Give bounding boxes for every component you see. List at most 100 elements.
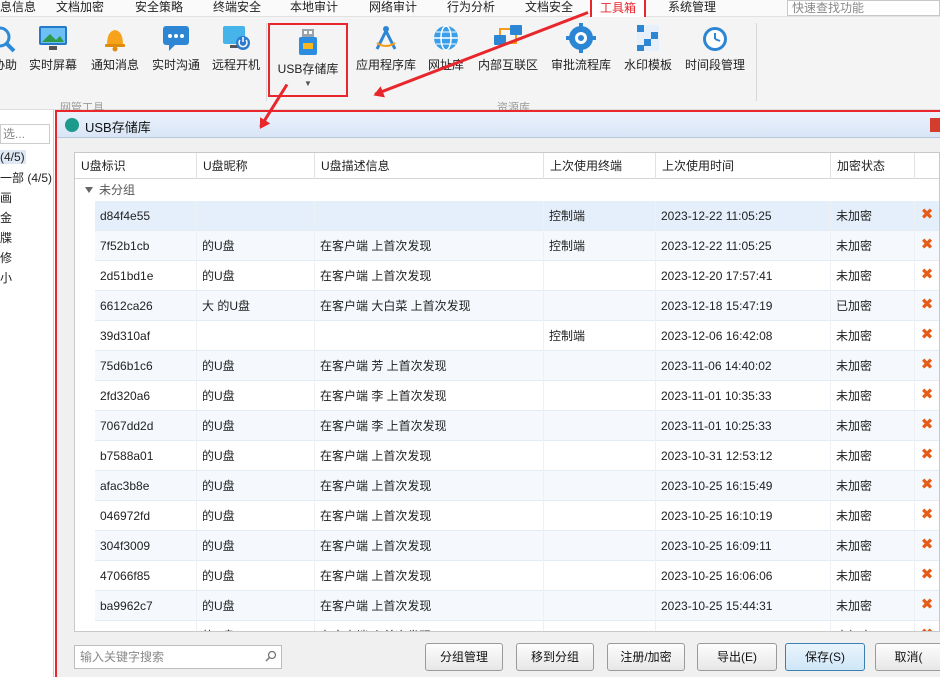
- column-header-id[interactable]: U盘标识: [75, 153, 197, 179]
- cell-description: 在客户端 上首次发现: [315, 471, 544, 501]
- tab-doc-encrypt[interactable]: 文档加密: [56, 0, 104, 17]
- table-row[interactable]: 7f52b1cb 的U盘 在客户端 上首次发现 控制端 2023-12-22 11:05…: [95, 231, 939, 261]
- cell-time: 2023-12-18 15:47:19: [656, 291, 831, 321]
- table-row[interactable]: 39d310af 控制端 2023-12-06 16:42:08 未加密 ✖: [95, 321, 939, 351]
- notify-button[interactable]: 通知消息: [88, 23, 142, 73]
- screen-icon: [38, 23, 68, 53]
- live-screen-button[interactable]: 实时屏幕: [26, 23, 80, 73]
- table-row[interactable]: d84f4e55 控制端 2023-12-22 11:05:25 未加密 ✖: [95, 201, 939, 231]
- cell-nickname: 大 的U盘: [197, 291, 315, 321]
- tree-item[interactable]: 画: [0, 189, 12, 206]
- table-row[interactable]: 7067dd2d 的U盘 在客户端 李 上首次发现 2023-11-01 10:25:…: [95, 411, 939, 441]
- search-icon[interactable]: [265, 650, 277, 662]
- cell-status: 未加密: [831, 591, 915, 621]
- group-row[interactable]: 未分组: [75, 179, 939, 201]
- table-row[interactable]: afac3b8e 的U盘 在客户端 上首次发现 2023-10-25 16:15:49…: [95, 471, 939, 501]
- tree-item[interactable]: 修: [0, 249, 12, 266]
- group-manage-button[interactable]: 分组管理: [425, 643, 503, 671]
- dialog-title-bar[interactable]: USB存储库: [57, 112, 940, 138]
- cell-terminal: [544, 561, 656, 591]
- menu-bar: 息信息 文档加密 安全策略 终端安全 本地审计 网络审计 行为分析 文档安全 工…: [0, 0, 940, 22]
- cell-usb-id: 2fd320a6: [95, 381, 197, 411]
- cell-description: 在客户端 上首次发现: [315, 621, 544, 631]
- approval-flow-button[interactable]: 审批流程库: [549, 23, 613, 73]
- save-button[interactable]: 保存(S): [785, 643, 865, 671]
- delete-icon[interactable]: ✖: [920, 207, 934, 222]
- column-header-status[interactable]: 加密状态: [831, 153, 915, 179]
- tab-security-policy[interactable]: 安全策略: [135, 0, 183, 17]
- tab-behavior-analysis[interactable]: 行为分析: [447, 0, 495, 17]
- cell-nickname: 的U盘: [197, 621, 315, 631]
- table-row[interactable]: 75d6b1c6 的U盘 在客户端 芳 上首次发现 2023-11-06 14:40:…: [95, 351, 939, 381]
- tree-filter-input[interactable]: 选...: [0, 124, 50, 144]
- cell-terminal: [544, 621, 656, 631]
- help-button[interactable]: 协助: [0, 23, 20, 73]
- usb-storage-button[interactable]: USB存储库 ▼: [268, 23, 348, 97]
- tab-device-info[interactable]: 息信息: [0, 0, 36, 17]
- tab-system-manage[interactable]: 系统管理: [668, 0, 716, 17]
- delete-icon[interactable]: ✖: [920, 597, 934, 612]
- column-header-time[interactable]: 上次使用时间: [656, 153, 831, 179]
- live-screen-label: 实时屏幕: [28, 58, 77, 72]
- delete-icon[interactable]: ✖: [920, 507, 934, 522]
- cell-terminal: [544, 381, 656, 411]
- table-row[interactable]: 2fd320a6 的U盘 在客户端 李 上首次发现 2023-11-01 10:35:…: [95, 381, 939, 411]
- app-library-button[interactable]: 应用程序库: [354, 23, 418, 73]
- live-chat-button[interactable]: 实时沟通: [149, 23, 203, 73]
- tab-doc-security[interactable]: 文档安全: [525, 0, 573, 17]
- cell-nickname: 的U盘: [197, 591, 315, 621]
- table-row[interactable]: 304f3009 的U盘 在客户端 上首次发现 2023-10-25 16:09:11…: [95, 531, 939, 561]
- time-period-button[interactable]: 时间段管理: [683, 23, 747, 73]
- table-row[interactable]: 6cb3802f的U盘在客户端 上首次发现 2023-10-25 15:35:25…: [95, 621, 939, 631]
- cancel-button[interactable]: 取消(: [875, 643, 940, 671]
- column-header-nickname[interactable]: U盘昵称: [197, 153, 315, 179]
- watermark-template-button[interactable]: 水印模板: [621, 23, 675, 73]
- delete-icon[interactable]: ✖: [920, 297, 934, 312]
- delete-icon[interactable]: ✖: [920, 417, 934, 432]
- tree-item[interactable]: 小: [0, 269, 12, 286]
- delete-icon[interactable]: ✖: [920, 627, 934, 631]
- tab-terminal-security[interactable]: 终端安全: [213, 0, 261, 17]
- clock-icon: [700, 23, 730, 53]
- tab-local-audit[interactable]: 本地审计: [290, 0, 338, 17]
- cell-time: 2023-10-31 12:53:12: [656, 441, 831, 471]
- delete-icon[interactable]: ✖: [920, 237, 934, 252]
- delete-icon[interactable]: ✖: [920, 537, 934, 552]
- delete-icon[interactable]: ✖: [920, 567, 934, 582]
- cell-description: 在客户端 上首次发现: [315, 531, 544, 561]
- export-button[interactable]: 导出(E): [697, 643, 777, 671]
- register-encrypt-button[interactable]: 注册/加密: [607, 643, 685, 671]
- cell-time: 2023-11-01 10:35:33: [656, 381, 831, 411]
- delete-icon[interactable]: ✖: [920, 387, 934, 402]
- cell-description: 在客户端 上首次发现: [315, 561, 544, 591]
- table-row[interactable]: 6612ca26 大 的U盘 在客户端 大白菜 上首次发现 2023-12-18 15…: [95, 291, 939, 321]
- table-row[interactable]: 2d51bd1e 的U盘 在客户端 上首次发现 2023-12-20 17:57:41…: [95, 261, 939, 291]
- quick-search-input[interactable]: 快速查找功能: [787, 0, 940, 16]
- usb-storage-dialog: USB存储库 U盘标识 U盘昵称 U盘描述信息 上次使用终端 上次使用时间 加密…: [55, 110, 940, 677]
- table-row[interactable]: b7588a01 的U盘 在客户端 上首次发现 2023-10-31 12:53:12…: [95, 441, 939, 471]
- tree-item[interactable]: (4/5): [0, 150, 26, 164]
- cell-time: 2023-10-25 16:15:49: [656, 471, 831, 501]
- column-header-terminal[interactable]: 上次使用终端: [544, 153, 656, 179]
- intranet-zone-button[interactable]: 内部互联区: [475, 23, 541, 73]
- tree-item[interactable]: 一部 (4/5): [0, 169, 52, 186]
- tree-item[interactable]: 牒: [0, 229, 12, 246]
- tree-item[interactable]: 金: [0, 209, 12, 226]
- collapse-triangle-icon[interactable]: [85, 187, 93, 193]
- move-to-group-button[interactable]: 移到分组: [516, 643, 594, 671]
- cell-nickname: 的U盘: [197, 231, 315, 261]
- delete-icon[interactable]: ✖: [920, 267, 934, 282]
- tab-network-audit[interactable]: 网络审计: [369, 0, 417, 17]
- remote-boot-button[interactable]: 远程开机: [209, 23, 263, 73]
- delete-icon[interactable]: ✖: [920, 357, 934, 372]
- table-row[interactable]: 47066f85 的U盘 在客户端 上首次发现 2023-10-25 16:06:06…: [95, 561, 939, 591]
- delete-icon[interactable]: ✖: [920, 327, 934, 342]
- keyword-search-input[interactable]: 输入关键字搜索: [74, 645, 282, 669]
- delete-icon[interactable]: ✖: [920, 447, 934, 462]
- table-row[interactable]: 046972fd 的U盘 在客户端 上首次发现 2023-10-25 16:10:19…: [95, 501, 939, 531]
- close-icon[interactable]: [930, 118, 940, 132]
- table-row[interactable]: ba9962c7 的U盘 在客户端 上首次发现 2023-10-25 15:44:31…: [95, 591, 939, 621]
- cell-time: 2023-10-25 16:09:11: [656, 531, 831, 561]
- column-header-desc[interactable]: U盘描述信息: [315, 153, 544, 179]
- delete-icon[interactable]: ✖: [920, 477, 934, 492]
